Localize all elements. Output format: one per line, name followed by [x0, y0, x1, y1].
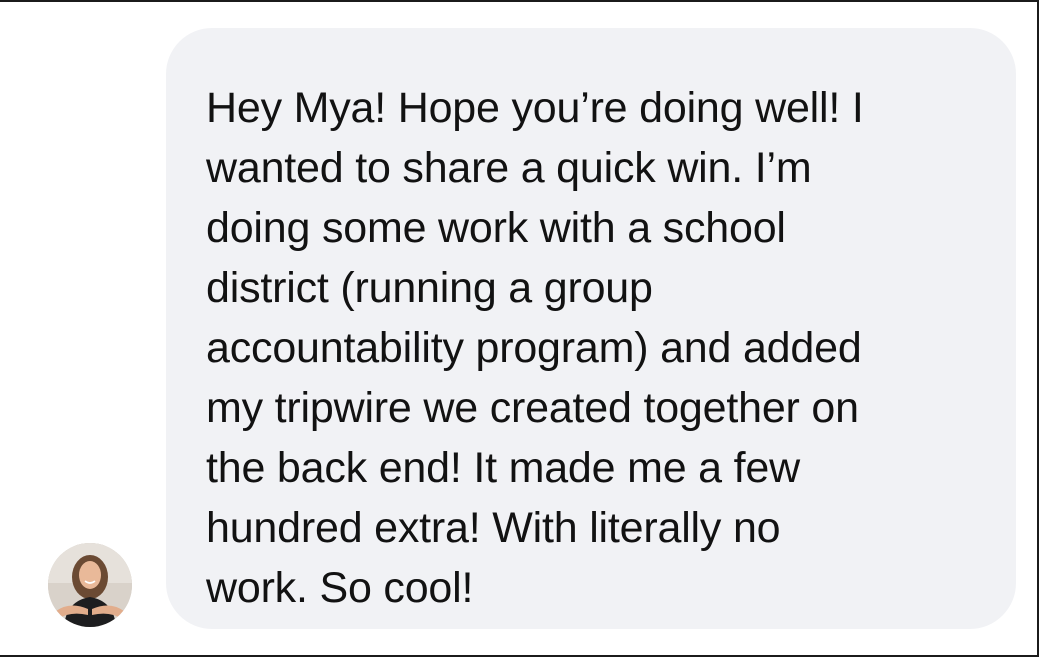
profile-photo-icon — [48, 543, 132, 627]
message-bubble[interactable]: Hey Mya! Hope you’re doing well! I wante… — [166, 28, 1016, 629]
message-row: Hey Mya! Hope you’re doing well! I wante… — [0, 0, 1039, 657]
message-text: Hey Mya! Hope you’re doing well! I wante… — [206, 84, 864, 612]
avatar[interactable] — [48, 543, 132, 627]
